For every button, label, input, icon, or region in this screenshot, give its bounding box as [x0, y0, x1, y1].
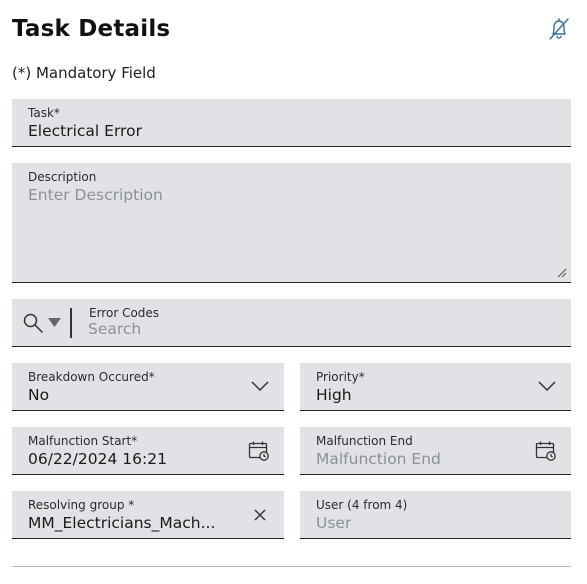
malfunction-end-field[interactable]: Malfunction End Malfunction End: [300, 427, 571, 475]
breakdown-label: Breakdown Occured*: [28, 370, 155, 384]
error-codes-search-input[interactable]: Search: [88, 320, 141, 338]
malfunction-end-input[interactable]: Malfunction End: [316, 450, 441, 468]
error-codes-label: Error Codes: [89, 306, 160, 320]
task-input[interactable]: Electrical Error: [28, 122, 142, 140]
task-field[interactable]: Task* Electrical Error: [12, 99, 571, 147]
search-icon[interactable]: [22, 312, 44, 334]
task-label: Task*: [28, 106, 60, 120]
malfunction-start-input[interactable]: 06/22/2024 16:21: [28, 450, 167, 468]
resolving-group-label: Resolving group *: [28, 498, 135, 512]
bottom-divider: [12, 566, 571, 567]
breakdown-select[interactable]: Breakdown Occured* No: [12, 363, 284, 411]
user-input[interactable]: User: [316, 514, 351, 532]
user-label: User (4 from 4): [316, 498, 408, 512]
priority-label: Priority*: [316, 370, 365, 384]
description-field[interactable]: Description Enter Description: [12, 163, 571, 283]
malfunction-start-field[interactable]: Malfunction Start* 06/22/2024 16:21: [12, 427, 284, 475]
malfunction-end-label: Malfunction End: [316, 434, 413, 448]
breakdown-value: No: [28, 386, 50, 404]
caret-down-icon[interactable]: [48, 318, 61, 327]
chevron-down-icon[interactable]: [538, 380, 556, 392]
mandatory-note: (*) Mandatory Field: [12, 64, 156, 82]
description-textarea[interactable]: Enter Description: [28, 186, 163, 204]
malfunction-start-label: Malfunction Start*: [28, 434, 138, 448]
priority-value: High: [316, 386, 352, 404]
resolving-group-input[interactable]: MM_Electricians_Mach...: [28, 514, 228, 532]
separator: [70, 308, 72, 338]
resize-handle-icon[interactable]: [557, 268, 567, 278]
error-codes-field[interactable]: Error Codes Search: [12, 299, 571, 347]
user-field[interactable]: User (4 from 4) User: [300, 491, 571, 539]
clear-icon[interactable]: [253, 508, 267, 522]
priority-select[interactable]: Priority* High: [300, 363, 571, 411]
resolving-group-field[interactable]: Resolving group * MM_Electricians_Mach..…: [12, 491, 284, 539]
calendar-clock-icon[interactable]: [248, 440, 270, 462]
calendar-clock-icon[interactable]: [535, 440, 557, 462]
chevron-down-icon[interactable]: [251, 380, 269, 392]
bell-off-icon[interactable]: [546, 16, 572, 42]
page-title: Task Details: [12, 16, 171, 42]
description-label: Description: [28, 170, 97, 184]
